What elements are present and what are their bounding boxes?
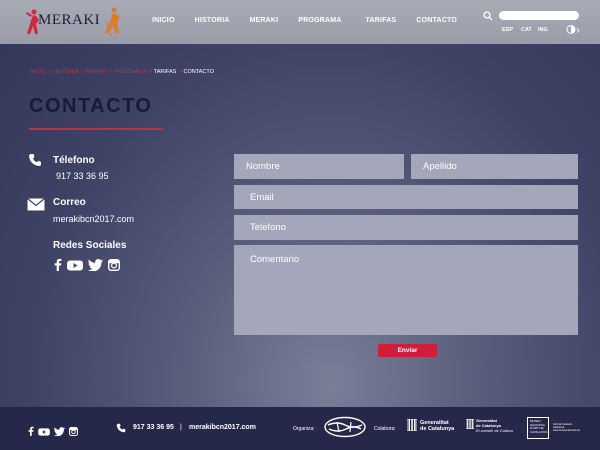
breadcrumb-tarifas[interactable]: TARIFAS: [154, 69, 177, 75]
breadcrumb-inicio[interactable]: INICIO: [29, 69, 46, 75]
phone-value[interactable]: 917 33 36 95: [56, 171, 109, 181]
nav-item-meraki[interactable]: MERAKI: [250, 17, 279, 24]
footer-instagram-icon[interactable]: [68, 423, 79, 441]
phone-input[interactable]: [234, 215, 578, 240]
footer-phone[interactable]: 917 33 36 95: [133, 424, 174, 431]
footer-youtube-icon[interactable]: [38, 423, 50, 441]
colabora-label: Colabora:: [374, 426, 396, 432]
title-underline: [29, 128, 164, 130]
logo-wordmark: MERAKI: [38, 12, 101, 28]
nav-item-programa[interactable]: PROGRAMA: [298, 17, 341, 24]
nav-item-inicio[interactable]: INICIO: [152, 17, 175, 24]
comment-textarea[interactable]: [234, 245, 578, 335]
mail-icon: [27, 198, 45, 211]
lang-cat[interactable]: CAT: [521, 27, 532, 33]
museum-logo[interactable]: MUSEU NACIONAL D'ART DE CATALUNYA: [527, 417, 549, 439]
main-nav: INICIO HISTORIA MERAKI PROGRAMA TARIFAS …: [152, 17, 457, 24]
generalitat-emblem-icon: [407, 419, 417, 431]
footer-facebook-icon[interactable]: [28, 423, 34, 441]
organiza-label: Organiza:: [293, 426, 315, 432]
museum-sub: Amb la Fundació Catalunya www.museunacio…: [553, 423, 580, 432]
footer-phone-icon: [116, 423, 126, 433]
search-input[interactable]: [499, 11, 579, 20]
organizer-logo[interactable]: [323, 416, 367, 438]
facebook-icon[interactable]: [54, 258, 62, 276]
email-input[interactable]: [234, 185, 578, 209]
phone-label: Télefono: [53, 155, 95, 166]
instagram-icon[interactable]: [107, 258, 121, 276]
page-title: CONTACTO: [29, 95, 153, 117]
lang-ing[interactable]: ING: [538, 27, 548, 33]
lang-esp[interactable]: ESP: [502, 27, 513, 33]
accessibility-toggle-icon[interactable]: [566, 24, 580, 35]
breadcrumb: INICIO > HISTORIA > MERAKI > PROGRAMA > TARIFAS >…: [29, 69, 214, 75]
nav-item-contacto[interactable]: CONTACTO: [416, 17, 457, 24]
surname-input[interactable]: [411, 154, 578, 179]
breadcrumb-meraki[interactable]: MERAKI: [86, 69, 107, 75]
email-value[interactable]: merakibcn2017.com: [53, 214, 134, 224]
nav-item-tarifas[interactable]: TARIFAS: [366, 17, 397, 24]
footer-twitter-icon[interactable]: [54, 423, 65, 441]
social-label: Redes Sociales: [53, 240, 127, 251]
footer-email[interactable]: merakibcn2017.com: [189, 424, 256, 431]
footer-separator: |: [180, 424, 182, 431]
nav-item-historia[interactable]: HISTORIA: [195, 17, 230, 24]
youtube-icon[interactable]: [67, 258, 83, 276]
breadcrumb-programa[interactable]: PROGRAMA: [114, 69, 146, 75]
breadcrumb-contacto: CONTACTO: [183, 69, 214, 75]
generalitat-culture-emblem-icon: [466, 419, 474, 429]
submit-button[interactable]: Enviar: [378, 344, 437, 357]
generalitat2-sub: El consell de Cultura: [476, 428, 513, 433]
email-label: Correo: [53, 197, 86, 208]
header-bar: MERAKI INICIO HISTORIA MERAKI PROGRAMA T…: [0, 0, 600, 44]
social-links: [54, 258, 125, 276]
twitter-icon[interactable]: [88, 258, 103, 276]
phone-icon: [29, 154, 41, 166]
name-input[interactable]: [234, 154, 404, 179]
search-icon[interactable]: [483, 11, 493, 21]
breadcrumb-historia[interactable]: HISTORIA: [53, 69, 79, 75]
generalitat1-line2: de Catalunya: [420, 426, 455, 432]
footer-social-links: [28, 423, 82, 441]
